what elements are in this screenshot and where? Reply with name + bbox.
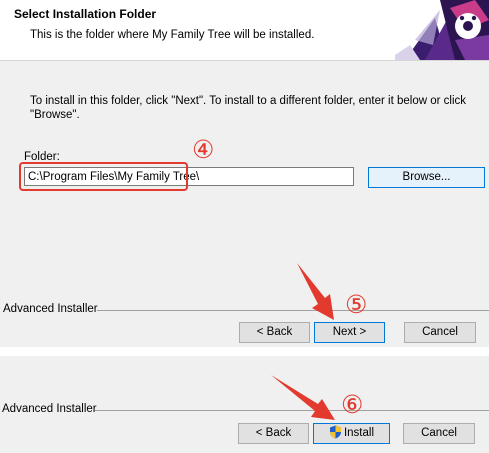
uac-shield-icon bbox=[329, 425, 341, 439]
cancel-button[interactable]: Cancel bbox=[404, 322, 476, 343]
page-title: Select Installation Folder bbox=[14, 7, 157, 21]
advanced-installer-label: Advanced Installer bbox=[2, 403, 97, 415]
instruction-text: To install in this folder, click "Next".… bbox=[30, 95, 466, 121]
install-button-label: Install bbox=[343, 427, 375, 439]
cancel-button[interactable]: Cancel bbox=[403, 423, 475, 444]
footer-divider bbox=[95, 410, 489, 411]
footer-divider bbox=[97, 310, 489, 311]
folder-highlight-box bbox=[19, 162, 188, 191]
next-button[interactable]: Next > bbox=[314, 322, 385, 343]
page-subtitle: This is the folder where My Family Tree … bbox=[30, 29, 315, 41]
step-4-marker: ④ bbox=[192, 136, 215, 164]
step-6-marker: ⑥ bbox=[341, 391, 364, 419]
step-5-marker: ⑤ bbox=[345, 291, 368, 319]
install-button[interactable]: Install bbox=[313, 423, 390, 444]
browse-button[interactable]: Browse... bbox=[368, 167, 485, 188]
back-button[interactable]: < Back bbox=[238, 423, 309, 444]
back-button[interactable]: < Back bbox=[239, 322, 310, 343]
dialog-header: Select Installation Folder This is the f… bbox=[0, 0, 489, 60]
advanced-installer-logo-icon bbox=[395, 0, 489, 60]
advanced-installer-label: Advanced Installer bbox=[3, 303, 98, 315]
